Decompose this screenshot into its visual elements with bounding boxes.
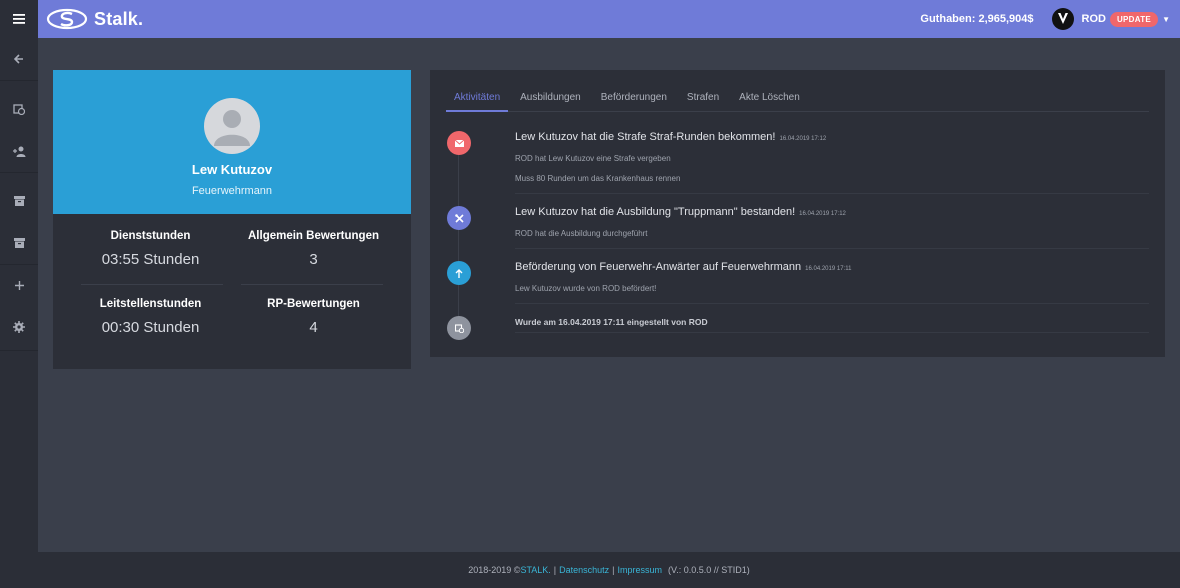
activity-date: 16.04.2019 17:11 <box>805 266 852 272</box>
calendar-clock-icon <box>447 316 471 340</box>
timeline-line <box>458 142 459 326</box>
stat-dispatch-hours: Leitstellenstunden 00:30 Stunden <box>78 298 223 336</box>
tools-icon <box>447 206 471 230</box>
stat-value: 00:30 Stunden <box>101 319 200 336</box>
gear-icon[interactable] <box>0 308 38 346</box>
activity-detail: ROD hat Lew Kutuzov eine Strafe vergeben <box>515 154 671 163</box>
stat-general-ratings: Allgemein Bewertungen 3 <box>241 230 386 268</box>
activity-title: Lew Kutuzov hat die Ausbildung "Truppman… <box>515 206 846 218</box>
activity-title: Lew Kutuzov hat die Strafe Straf-Runden … <box>515 131 827 143</box>
stat-label: RP-Bewertungen <box>267 298 360 310</box>
activity-date: 16.04.2019 17:12 <box>799 211 846 217</box>
profile-card: Lew Kutuzov Feuerwehrmann Dienststunden … <box>53 70 411 369</box>
activity-detail: Lew Kutuzov wurde von ROD befördert! <box>515 284 657 293</box>
activity-detail: ROD hat die Ausbildung durchgeführt <box>515 229 648 238</box>
tab-promotions[interactable]: Beförderungen <box>601 90 667 112</box>
update-badge[interactable]: UPDATE <box>1109 11 1159 27</box>
menu-icon[interactable] <box>0 0 38 38</box>
arrow-left-icon[interactable] <box>0 40 38 78</box>
activity-hired: Wurde am 16.04.2019 17:11 eingestellt vo… <box>515 317 708 327</box>
plus-icon[interactable] <box>0 266 38 304</box>
tab-activities[interactable]: Aktivitäten <box>446 90 509 112</box>
footer-brand-link[interactable]: STALK. <box>520 565 550 575</box>
stat-duty-hours: Dienststunden 03:55 Stunden <box>78 230 223 268</box>
profile-avatar <box>204 98 260 154</box>
footer-imprint-link[interactable]: Impressum <box>618 565 663 575</box>
top-navbar: Stalk. Guthaben: 2,965,904$ ROD UPDATE ▼ <box>38 0 1180 38</box>
calendar-clock-icon[interactable] <box>0 90 38 128</box>
stat-value: 3 <box>309 251 318 268</box>
archive-icon[interactable] <box>0 224 38 262</box>
activity-date: 16.04.2019 17:12 <box>779 136 827 142</box>
tab-delete-record[interactable]: Akte Löschen <box>739 90 800 112</box>
profile-header: Lew Kutuzov Feuerwehrmann <box>53 70 411 214</box>
stat-label: Dienststunden <box>110 230 191 242</box>
sidebar <box>0 0 38 588</box>
chevron-down-icon[interactable]: ▼ <box>1162 15 1170 24</box>
tab-bar: Aktivitäten Ausbildungen Beförderungen S… <box>446 90 1149 112</box>
user-add-icon[interactable] <box>0 132 38 170</box>
footer: 2018-2019 © STALK. | Datenschutz | Impre… <box>38 552 1180 588</box>
activity-panel: Aktivitäten Ausbildungen Beförderungen S… <box>430 70 1165 357</box>
stat-label: Leitstellenstunden <box>99 298 202 310</box>
tab-penalties[interactable]: Strafen <box>687 90 719 112</box>
footer-copyright: 2018-2019 © <box>468 565 521 575</box>
profile-name: Lew Kutuzov <box>191 162 273 177</box>
activity-detail: Muss 80 Runden um das Krankenhaus rennen <box>515 174 681 183</box>
footer-version: (V.: 0.0.5.0 // STID1) <box>668 565 750 575</box>
stat-rp-ratings: RP-Bewertungen 4 <box>241 298 386 336</box>
stat-value: 03:55 Stunden <box>101 251 200 268</box>
balance-display: Guthaben: 2,965,904$ <box>920 13 1034 25</box>
arrow-up-icon <box>447 261 471 285</box>
footer-privacy-link[interactable]: Datenschutz <box>559 565 609 575</box>
activity-title: Beförderung von Feuerwehr-Anwärter auf F… <box>515 261 852 273</box>
archive-icon[interactable] <box>0 182 38 220</box>
profile-role: Feuerwehrmann <box>191 185 273 197</box>
stat-value: 4 <box>309 319 318 336</box>
user-avatar[interactable] <box>1051 8 1074 30</box>
brand-name: Stalk. <box>94 8 144 29</box>
mail-icon <box>447 131 471 155</box>
stat-label: Allgemein Bewertungen <box>248 230 379 242</box>
stalk-logo-icon <box>46 8 88 30</box>
user-name[interactable]: ROD <box>1082 13 1106 25</box>
brand[interactable]: Stalk. <box>46 8 143 30</box>
tab-trainings[interactable]: Ausbildungen <box>520 90 581 112</box>
profile-stats: Dienststunden 03:55 Stunden Allgemein Be… <box>53 214 411 369</box>
